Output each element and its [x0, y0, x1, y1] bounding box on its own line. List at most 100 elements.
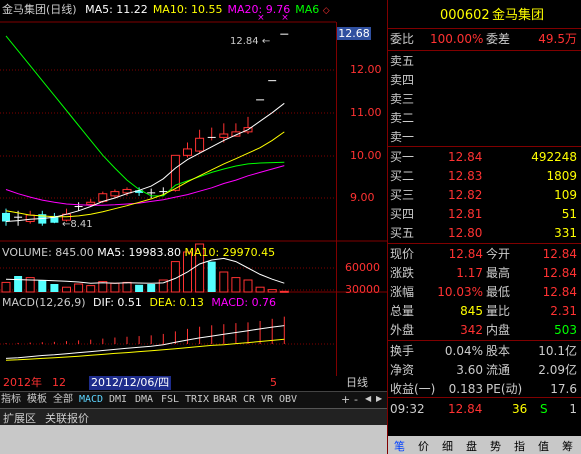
weicha-label: 委差	[486, 32, 511, 46]
volume-bar	[74, 283, 84, 293]
volume-bar	[243, 279, 253, 293]
quote-tab-6[interactable]: 值	[538, 438, 549, 454]
candle-body	[122, 188, 132, 194]
scroll-left-icon[interactable]: ◀	[365, 394, 371, 403]
quote-tab-0[interactable]: 笔	[394, 438, 405, 454]
ask-row: 卖四	[388, 71, 581, 90]
volume-tick-label: 60000	[345, 261, 380, 274]
bid-label: 买四	[390, 207, 415, 221]
period-label[interactable]: 日线	[346, 376, 368, 390]
bid-row: 买五 12.80 331	[388, 224, 581, 243]
stat-label: 今开	[486, 247, 511, 261]
candle-body	[110, 191, 120, 197]
stat-value: 12.84	[542, 247, 577, 261]
ask-row: 卖一	[388, 128, 581, 147]
indicator-tab-cr[interactable]: CR	[243, 393, 255, 406]
quote-tab-7[interactable]: 筹	[562, 438, 573, 454]
stat-label: 总量	[390, 304, 415, 318]
candle-body	[2, 212, 10, 222]
ma20-line	[5, 165, 285, 206]
bid-volume: 492248	[531, 150, 577, 164]
volume-ma10-label: MA10: 29970.45	[184, 246, 276, 259]
stat-value: 1.17	[456, 266, 483, 280]
macd-header: MACD(12,26,9) DIF: 0.51 DEA: 0.13 MACD: …	[2, 296, 276, 309]
candle-body	[86, 201, 96, 205]
quote-tab-4[interactable]: 势	[490, 438, 501, 454]
stat-value: 12.84	[542, 266, 577, 280]
volume-header: VOLUME: 845.00 MA5: 19983.80 MA10: 29970…	[2, 246, 275, 259]
bid-price: 12.83	[448, 169, 483, 183]
macd-value-label: MACD: 0.76	[211, 296, 277, 309]
options-icon[interactable]: ◇	[323, 6, 330, 16]
macd-dea-line	[5, 338, 285, 361]
timeline-date-cursor: 2012/12/06/四	[89, 376, 172, 390]
indicator-tab-全部[interactable]: 全部	[53, 393, 73, 406]
indicator-tab-obv[interactable]: OBV	[279, 393, 297, 406]
finance-value: 0.04%	[444, 344, 483, 358]
indicator-tab-模板[interactable]: 模板	[27, 393, 47, 406]
indicator-tab-fsl[interactable]: FSL	[161, 393, 179, 406]
add-indicator-button[interactable]: +	[341, 393, 350, 406]
stat-value: 2.31	[550, 304, 577, 318]
bottom-filler	[0, 425, 388, 454]
macd-chart	[5, 316, 285, 361]
stat-value: 342	[460, 323, 483, 337]
ask-row: 卖三	[388, 90, 581, 109]
volume-bar	[135, 284, 144, 292]
volume-bar	[231, 277, 241, 293]
bid-volume: 51	[561, 207, 577, 221]
volume-ma5-line	[5, 257, 285, 284]
indicator-tab-macd[interactable]: MACD	[79, 393, 103, 406]
stat-label: 最高	[486, 266, 511, 280]
indicator-tab-指标[interactable]: 指标	[1, 393, 21, 406]
candle-body	[183, 148, 192, 156]
current-price-tag: 12.68	[337, 27, 371, 40]
quote-tab-2[interactable]: 细	[442, 438, 453, 454]
quote-tab-1[interactable]: 价	[418, 438, 429, 454]
quote-tab-5[interactable]: 指	[514, 438, 525, 454]
volume-bar	[14, 276, 23, 292]
scroll-right-icon[interactable]: ▶	[376, 394, 382, 403]
minus-indicator-button[interactable]: -	[354, 393, 358, 406]
bid-price: 12.81	[448, 207, 483, 221]
bid-label: 买五	[390, 226, 415, 240]
stock-name: 金马集团	[492, 8, 545, 23]
bid-volume: 1809	[546, 169, 577, 183]
quote-tab-3[interactable]: 盘	[466, 438, 477, 454]
bid-label: 买一	[390, 150, 415, 164]
indicator-tab-dmi[interactable]: DMI	[109, 393, 127, 406]
volume-tick-label: 30000	[345, 283, 380, 296]
candle-body	[195, 137, 205, 152]
stat-row: 外盘 342 内盘 503	[388, 321, 581, 340]
bid-price: 12.80	[448, 226, 483, 240]
stat-label: 现价	[390, 247, 415, 261]
volume-ma5-label: MA5: 19983.80	[97, 246, 181, 259]
stat-label: 涨幅	[390, 285, 415, 299]
stat-value: 503	[554, 323, 577, 337]
candle-body	[25, 214, 35, 222]
bid-row: 买二 12.83 1809	[388, 167, 581, 186]
quote-header: 000602 金马集团	[388, 6, 581, 26]
ask-label: 卖五	[390, 54, 415, 68]
indicator-tab-vr[interactable]: VR	[261, 393, 273, 406]
price-tick-label: 9.00	[350, 191, 375, 204]
stat-row: 总量 845 量比 2.31	[388, 302, 581, 321]
indicator-tab-trix[interactable]: TRIX	[185, 393, 209, 406]
finance-value: 2.09亿	[538, 363, 577, 377]
volume-bar	[62, 286, 71, 293]
ask-row: 卖五	[388, 52, 581, 71]
ma6-line	[5, 35, 285, 197]
stat-value: 12.84	[448, 247, 483, 261]
indicator-tab-bar: 指标 模板 全部 MACD DMI DMA FSL TRIX BRAR CR VR OBV + - ◀…	[0, 391, 388, 408]
indicator-tab-dma[interactable]: DMA	[135, 393, 153, 406]
volume-bar	[122, 281, 132, 293]
tab-related-quotes[interactable]: 关联报价	[45, 410, 89, 426]
macd-dif-line	[5, 325, 285, 359]
tab-extension-area[interactable]: 扩展区	[3, 410, 36, 426]
volume-bar	[147, 284, 156, 292]
indicator-tab-brar[interactable]: BRAR	[213, 393, 237, 406]
stock-code: 000602	[440, 8, 490, 23]
candle-body	[219, 133, 229, 138]
volume-bar	[1, 281, 11, 293]
volume-bar	[255, 286, 265, 293]
